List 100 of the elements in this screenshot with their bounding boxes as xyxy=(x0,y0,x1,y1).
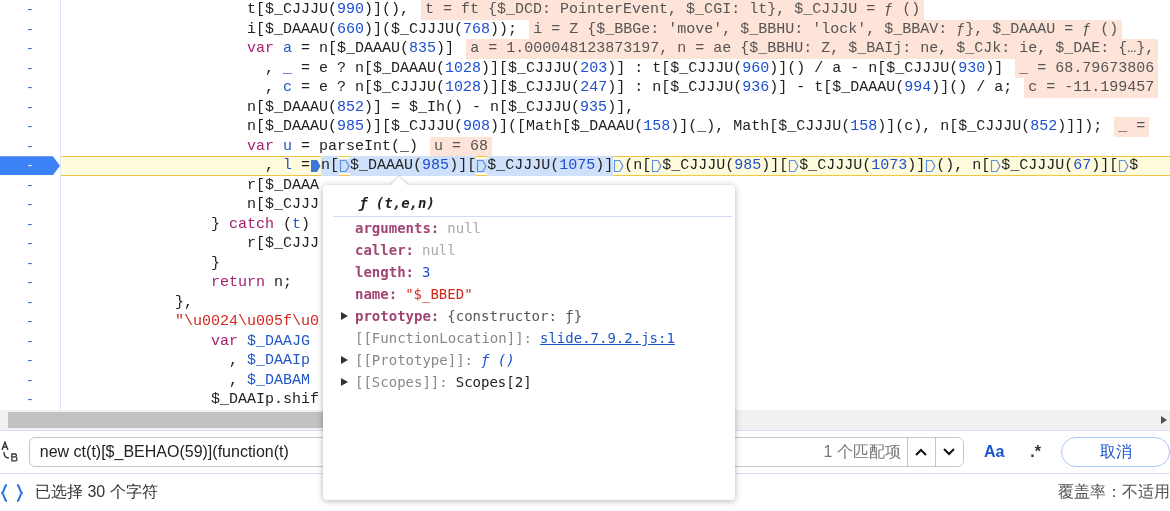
code-token: t[$_CJJJU( xyxy=(246,0,338,20)
code-token: var xyxy=(246,39,275,59)
property-value: null xyxy=(447,220,481,236)
line-gutter-mark[interactable]: - xyxy=(26,390,34,410)
line-gutter-mark[interactable]: - xyxy=(26,214,34,234)
inline-value: u = 68 xyxy=(430,136,493,156)
code-token: return xyxy=(210,273,266,293)
code-token: n[$_DAAAU( xyxy=(246,117,338,137)
code-token: l xyxy=(282,156,293,176)
inline-value: c = -11.199457 xyxy=(1024,78,1159,98)
code-token: , xyxy=(264,156,275,176)
match-case-button[interactable]: Aa xyxy=(977,443,1011,461)
code-token: )] xyxy=(985,58,1004,78)
line-gutter-mark[interactable]: - xyxy=(26,97,34,117)
expand-icon[interactable] xyxy=(340,377,349,387)
pretty-print-icon[interactable] xyxy=(1,483,23,502)
code-token: )] xyxy=(907,156,926,176)
scroll-right-icon[interactable] xyxy=(1160,415,1168,425)
line-gutter-mark[interactable]: - xyxy=(26,273,34,293)
cancel-button[interactable]: 取消 xyxy=(1061,437,1170,467)
line-gutter-mark[interactable]: - xyxy=(26,117,34,137)
line-gutter-mark[interactable]: - xyxy=(26,312,34,332)
expand-icon[interactable] xyxy=(340,311,349,321)
code-token: i[$_DAAAU( xyxy=(246,19,338,39)
property-name: [[Prototype]]: xyxy=(355,352,473,368)
property-value: {constructor: ƒ} xyxy=(447,308,583,324)
code-token: 985 xyxy=(337,117,365,137)
code-token: 67 xyxy=(1073,156,1092,176)
code-token: )] : n[$_CJJJU( xyxy=(607,78,743,98)
line-gutter-mark[interactable]: - xyxy=(26,136,34,156)
regex-button[interactable]: .* xyxy=(1024,443,1048,461)
code-token: = n[$_DAAAU( xyxy=(300,39,410,59)
code-token: = e ? n[$_DAAAU( xyxy=(300,58,446,78)
line-gutter-mark[interactable]: - xyxy=(26,331,34,351)
code-token: 936 xyxy=(742,78,770,98)
line-gutter-mark[interactable]: - xyxy=(26,234,34,254)
line-gutter-mark[interactable]: - xyxy=(26,39,34,59)
line-gutter-mark[interactable]: - xyxy=(26,253,34,273)
code-token: )] : t[$_CJJJU( xyxy=(607,58,743,78)
code-token: 1075 xyxy=(559,156,596,176)
breakpoint-marker-icon[interactable] xyxy=(1118,158,1130,173)
code-token: )]($_CJJJU( xyxy=(364,19,464,39)
code-token: $_CJJJU( xyxy=(662,156,735,176)
code-token: )] = $_Ih() - n[$_CJJJU( xyxy=(364,97,581,117)
line-gutter-mark[interactable]: - xyxy=(26,292,34,312)
code-token: ) xyxy=(301,214,311,234)
property-name: [[FunctionLocation]]: xyxy=(355,330,532,346)
breakpoint-marker-icon[interactable] xyxy=(990,158,1002,173)
code-token: = e ? n[$_CJJJU( xyxy=(300,78,446,98)
line-gutter-mark[interactable]: - xyxy=(26,351,34,371)
code-token: )], xyxy=(607,97,635,117)
code-token: = parseInt(_) xyxy=(300,136,419,156)
expand-icon[interactable] xyxy=(340,355,349,365)
next-match-button[interactable] xyxy=(934,438,963,466)
line-gutter-mark[interactable]: - xyxy=(26,78,34,98)
code-token: n; xyxy=(273,273,293,293)
line-gutter-mark[interactable]: - xyxy=(26,195,34,215)
inline-value: t = ft {$_DCD: PointerEvent, $_CGI: lt}, $_CJJJU = ƒ () xyxy=(421,0,925,20)
inline-value: a = 1.000048123873197, n = ae {$_BBHU: Z, $_BAIj: ne, $_CJk: ie, $_DAE: {…}, xyxy=(466,39,1159,59)
breakpoint-marker-icon[interactable] xyxy=(925,158,937,173)
code-token: catch xyxy=(228,214,275,234)
breakpoint-marker-icon[interactable] xyxy=(788,158,800,173)
coverage-info: 覆盖率：不适用 xyxy=(1058,482,1170,502)
code-token: )](), xyxy=(364,0,410,20)
code-token: a xyxy=(282,39,293,59)
code-token: 768 xyxy=(463,19,491,39)
code-token: )]() / a - n[$_CJJJU( xyxy=(769,58,959,78)
property-name: length: xyxy=(355,264,414,280)
code-token: 1028 xyxy=(445,78,482,98)
code-token: var xyxy=(246,136,275,156)
code-token: c xyxy=(282,78,293,98)
code-token: $_DAAAU( xyxy=(350,156,423,176)
line-gutter-mark[interactable]: - xyxy=(26,0,34,20)
code-token: u xyxy=(282,136,293,156)
code-token: 158 xyxy=(850,117,878,137)
code-token: n[ xyxy=(321,156,340,176)
breakpoint-marker-icon[interactable] xyxy=(613,158,625,173)
line-gutter-mark[interactable]: - xyxy=(26,19,34,39)
code-token: )](_), Math[$_CJJJU( xyxy=(670,117,851,137)
breakpoint-marker-icon[interactable] xyxy=(476,158,488,173)
line-gutter-mark[interactable]: - xyxy=(26,175,34,195)
code-token: n[$_CJJJ xyxy=(246,195,320,215)
code-token: 835 xyxy=(409,39,437,59)
property-value: null xyxy=(422,242,456,258)
code-token: var xyxy=(210,331,239,351)
code-token: )); xyxy=(490,19,518,39)
breakpoint-marker-icon[interactable] xyxy=(339,158,351,173)
code-token: } xyxy=(210,214,221,234)
code-token: 1073 xyxy=(871,156,908,176)
line-gutter-mark[interactable]: - xyxy=(26,370,34,390)
code-token: 852 xyxy=(1030,117,1058,137)
property-name: caller: xyxy=(355,242,414,258)
source-link[interactable]: slide.7.9.2.js:1 xyxy=(540,330,675,346)
code-token: 994 xyxy=(904,78,932,98)
line-gutter-mark[interactable]: - xyxy=(26,58,34,78)
code-token: ( xyxy=(282,214,293,234)
code-token: 985 xyxy=(422,156,450,176)
property-name: prototype: xyxy=(355,308,440,324)
code-token: )](c), n[$_CJJJU( xyxy=(877,117,1031,137)
breakpoint-marker-icon[interactable] xyxy=(651,158,663,173)
